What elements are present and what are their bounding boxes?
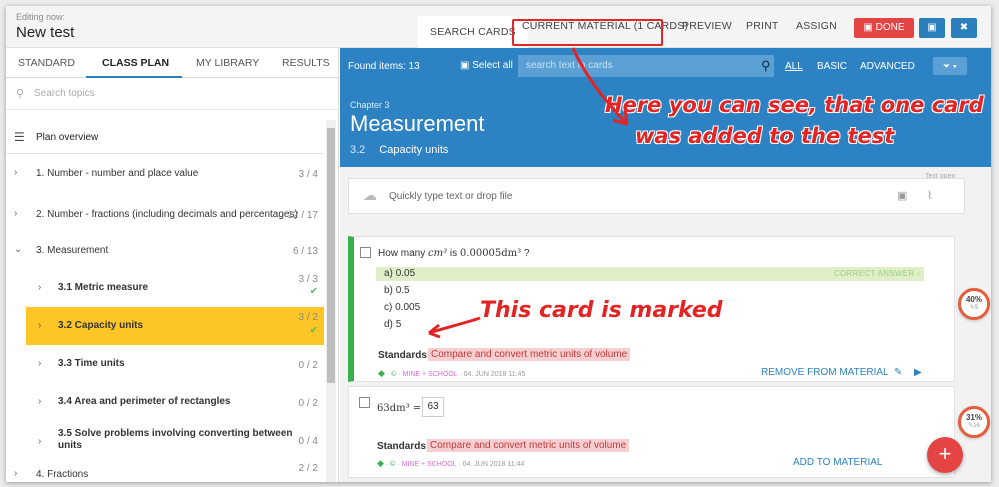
- card-meta: ◆ · © · MINE + SCHOOL · 04. JUN 2018 11:…: [378, 368, 526, 378]
- tab-class-plan[interactable]: CLASS PLAN: [102, 57, 169, 69]
- sidebar-item-4[interactable]: › 4. Fractions 2 / 2: [6, 460, 324, 482]
- question-text: 63dm³ =: [377, 403, 422, 414]
- filter-all[interactable]: ALL: [785, 61, 803, 72]
- tag-icon[interactable]: ◆: [378, 368, 385, 378]
- annotation-marked: This card is marked: [480, 298, 723, 323]
- left-tabs: STANDARD CLASS PLAN MY LIBRARY RESULTS: [6, 48, 338, 78]
- main-panel: Found items: 13 ▣ Select all search text…: [340, 47, 991, 482]
- save-icon: ▣: [863, 22, 876, 33]
- card-meta: ◆ · © · MINE + SCHOOL · 04. JUN 2018 11:…: [377, 458, 525, 468]
- card-checkbox[interactable]: [360, 247, 371, 258]
- standards-label: Standards:: [378, 350, 431, 361]
- answer-input[interactable]: 63: [422, 397, 444, 417]
- close-icon: ✖: [959, 22, 969, 33]
- search-icon: ⚲: [16, 88, 25, 100]
- add-to-material-button[interactable]: ADD TO MATERIAL: [793, 457, 882, 468]
- annotation-top-line1: Here you can see, that one card: [605, 93, 984, 117]
- save-icon: ▣: [927, 22, 937, 33]
- sidebar-item-3-2[interactable]: › 3.2 Capacity units 3 / 2 ✔: [26, 307, 324, 345]
- play-icon[interactable]: ▶: [914, 367, 922, 378]
- plus-icon: +: [938, 441, 952, 466]
- chevron-down-icon: ⌄: [14, 244, 23, 255]
- chevron-right-icon: ›: [38, 282, 42, 293]
- tab-my-library[interactable]: MY LIBRARY: [196, 57, 259, 69]
- standard-tag[interactable]: Compare and convert metric units of volu…: [427, 439, 630, 452]
- sidebar-item-1[interactable]: › 1. Number - number and place value 3 /…: [6, 160, 324, 188]
- quick-add-bar[interactable]: ☁ Quickly type text or drop file ▣ ⌇: [348, 178, 965, 214]
- remove-from-material-button[interactable]: REMOVE FROM MATERIAL: [761, 367, 889, 378]
- chevron-right-icon: ›: [14, 468, 18, 479]
- select-all-checkbox[interactable]: ▣ Select all: [460, 60, 513, 71]
- highlight-box: [512, 19, 663, 46]
- list-icon: ☰: [14, 130, 25, 144]
- scroll-thumb[interactable]: [327, 128, 335, 383]
- chevron-right-icon: ›: [38, 396, 42, 407]
- editing-label: Editing now:: [16, 12, 66, 22]
- card-unmarked: 63dm³ = 63 Standards: Compare and conver…: [348, 386, 955, 478]
- edit-icon[interactable]: ✎: [894, 367, 902, 378]
- answer-b: b) 0.5: [384, 285, 410, 296]
- attachment-icon[interactable]: ⌇: [927, 189, 932, 202]
- topic-search[interactable]: ⚲ Search topics: [6, 78, 338, 110]
- sidebar-item-3-4[interactable]: › 3.4 Area and perimeter of rectangles 0…: [6, 386, 324, 418]
- filter-icon: ⏷ ▾: [942, 61, 958, 71]
- answer-a: a) 0.05 CORRECT ANSWER ‹: [376, 267, 924, 281]
- done-button[interactable]: ▣ DONE: [854, 18, 914, 38]
- add-card-button[interactable]: +: [927, 437, 963, 473]
- sidebar-item-3-5[interactable]: › 3.5 Solve problems involving convertin…: [6, 422, 324, 460]
- progress-ring-2[interactable]: 31% ✎16: [958, 406, 990, 438]
- sidebar-item-3-1[interactable]: › 3.1 Metric measure 3 / 3 ✔: [6, 270, 324, 306]
- card-checkbox[interactable]: [359, 397, 370, 408]
- test-title: New test: [16, 24, 75, 41]
- sidebar-item-3-3[interactable]: › 3.3 Time units 0 / 2: [6, 348, 324, 380]
- card-search-input[interactable]: search text in cards: [518, 55, 774, 77]
- question-text: How many cm³ is 0.00005dm³ ?: [378, 248, 530, 259]
- chevron-right-icon: ›: [38, 436, 42, 447]
- tab-standard[interactable]: STANDARD: [18, 57, 75, 69]
- standards-label: Standards:: [377, 441, 430, 452]
- cloud-upload-icon: ☁: [363, 187, 377, 203]
- filter-basic[interactable]: BASIC: [817, 61, 847, 72]
- tab-assign[interactable]: ASSIGN: [796, 20, 837, 32]
- image-icon[interactable]: ▣: [897, 189, 907, 202]
- page-title: Measurement: [350, 111, 485, 136]
- check-icon: ✔: [309, 325, 318, 336]
- quick-input[interactable]: Quickly type text or drop file: [389, 191, 512, 202]
- annotation-top-line2: was added to the test: [635, 124, 895, 148]
- search-input[interactable]: Search topics: [34, 88, 95, 99]
- filter-advanced[interactable]: ADVANCED: [860, 61, 915, 72]
- save-button[interactable]: ▣: [919, 18, 945, 38]
- tag-icon[interactable]: ◆: [377, 458, 384, 468]
- check-icon: ✔: [309, 286, 318, 297]
- tab-print[interactable]: PRINT: [746, 20, 779, 32]
- annotation-arrow-card: [428, 316, 481, 338]
- plan-overview[interactable]: ☰ Plan overview: [6, 120, 324, 154]
- chevron-right-icon: ›: [38, 320, 42, 331]
- copyright-icon: ©: [390, 461, 396, 468]
- correct-answer-label: CORRECT ANSWER ‹: [833, 269, 920, 278]
- left-panel: STANDARD CLASS PLAN MY LIBRARY RESULTS ⚲…: [6, 48, 339, 482]
- chapter-label: Chapter 3: [350, 100, 390, 110]
- app-window: Editing now: New test SEARCH CARDS CURRE…: [6, 6, 991, 482]
- filter-dropdown[interactable]: ⏷ ▾: [933, 57, 967, 75]
- sidebar-item-2[interactable]: › 2. Number - fractions (including decim…: [6, 198, 324, 232]
- standard-tag[interactable]: Compare and convert metric units of volu…: [428, 348, 631, 361]
- annotation-arrow-top: [571, 47, 629, 126]
- tab-preview[interactable]: PREVIEW: [682, 20, 732, 32]
- chevron-right-icon: ›: [14, 167, 18, 178]
- chevron-right-icon: ›: [14, 208, 18, 219]
- sidebar-item-3[interactable]: ⌄ 3. Measurement 6 / 13: [6, 236, 324, 266]
- tab-results[interactable]: RESULTS: [282, 57, 330, 69]
- left-scrollbar[interactable]: [326, 120, 336, 482]
- chevron-right-icon: ›: [38, 358, 42, 369]
- copyright-icon: ©: [391, 371, 397, 378]
- section-subtitle: 3.2 Capacity units: [350, 144, 449, 156]
- top-bar: Editing now: New test SEARCH CARDS CURRE…: [6, 6, 991, 48]
- search-icon[interactable]: ⚲: [761, 58, 771, 74]
- found-count: Found items: 13: [348, 61, 420, 72]
- progress-ring-1[interactable]: 40% ✎5: [958, 288, 990, 320]
- close-button[interactable]: ✖: [951, 18, 977, 38]
